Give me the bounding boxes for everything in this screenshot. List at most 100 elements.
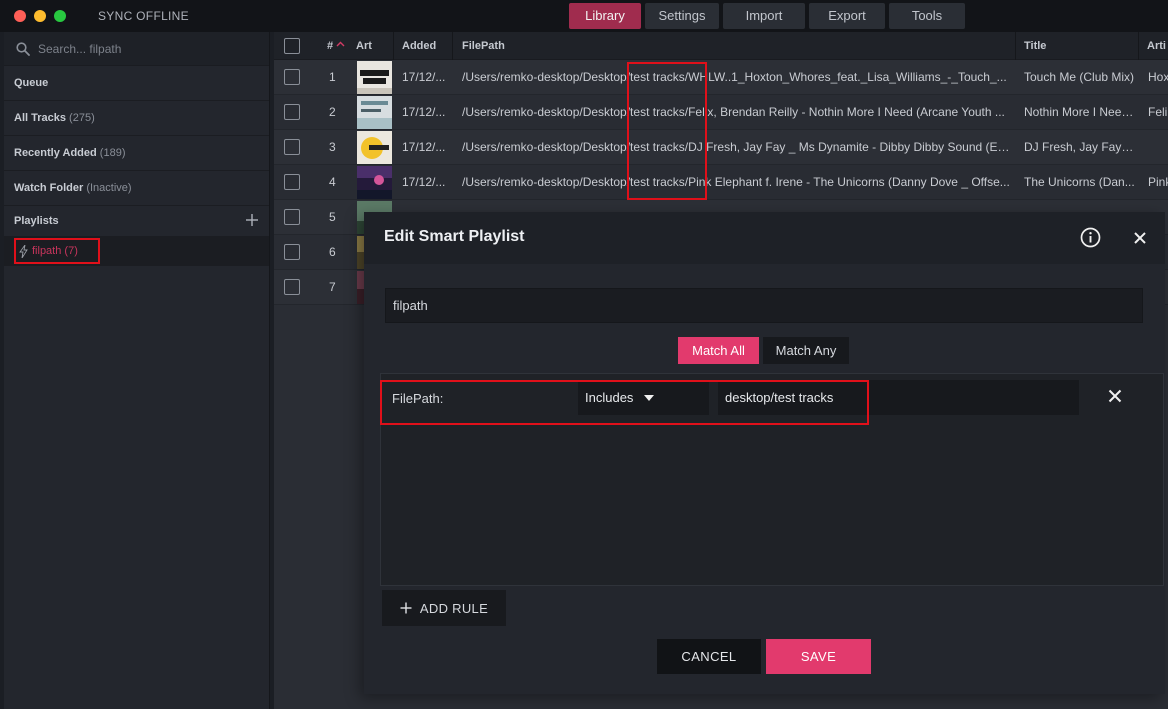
added-date: 17/12/... [402,140,446,154]
table-row[interactable]: 4 17/12/... /Users/remko-desktop/Desktop… [274,165,1168,200]
sidebar-item-count: (189) [99,147,126,159]
search-input[interactable] [38,39,258,59]
tab-import[interactable]: Import [723,3,805,29]
cancel-button[interactable]: CANCEL [657,639,761,674]
plus-icon [400,602,412,614]
playlist-filpath[interactable]: filpath (7) [14,238,100,264]
main-nav: Library Settings Import Export Tools [569,3,965,29]
track-title: DJ Fresh, Jay Fay & ... [1024,140,1136,154]
sidebar-item-count: (275) [69,112,95,124]
caret-down-icon [644,395,654,401]
rule-field-label: FilePath: [392,391,444,406]
window-minimize-button[interactable] [34,10,46,22]
album-art [357,61,392,94]
rule-operator-select[interactable]: Includes [578,380,709,415]
track-number: 1 [329,70,336,84]
sidebar-item-label: All Tracks [14,112,66,124]
track-artist: Hox [1148,70,1168,84]
sidebar: Queue All Tracks (275) Recently Added (1… [4,32,270,709]
add-playlist-plus-icon[interactable] [245,213,259,227]
tab-settings[interactable]: Settings [645,3,719,29]
row-checkbox[interactable] [284,244,300,260]
column-header-number[interactable]: # [327,32,345,60]
close-icon[interactable] [1133,231,1147,245]
playlists-label: Playlists [14,215,59,227]
row-checkbox[interactable] [284,174,300,190]
dialog-title: Edit Smart Playlist [384,228,525,245]
track-number: 7 [329,280,336,294]
track-title: Touch Me (Club Mix) [1024,70,1135,84]
search-bar [4,32,269,66]
info-icon[interactable] [1080,227,1101,248]
select-all-checkbox[interactable] [284,38,300,54]
app-title: SYNC OFFLINE [98,9,189,23]
search-icon [16,42,30,56]
file-path: /Users/remko-desktop/Desktop/test tracks… [462,175,1010,189]
track-title: The Unicorns (Dan... [1024,175,1135,189]
sidebar-item-recently-added[interactable]: Recently Added (189) [4,136,269,171]
column-header-artist[interactable]: Arti [1147,32,1166,60]
match-any-button[interactable]: Match Any [763,337,849,364]
sidebar-item-all-tracks[interactable]: All Tracks (275) [4,101,269,136]
rules-container: FilePath: Includes [380,373,1164,586]
sidebar-item-queue[interactable]: Queue [4,66,269,101]
added-date: 17/12/... [402,70,446,84]
dialog-header: Edit Smart Playlist [364,212,1165,264]
track-number: 5 [329,210,336,224]
album-art [357,131,392,164]
column-divider [1015,32,1016,60]
row-checkbox[interactable] [284,139,300,155]
window-maximize-button[interactable] [54,10,66,22]
column-divider [1138,32,1139,60]
tab-tools[interactable]: Tools [889,3,965,29]
file-path: /Users/remko-desktop/Desktop/test tracks… [462,140,1012,154]
match-all-button[interactable]: Match All [678,337,759,364]
track-artist [1148,130,1168,165]
window-close-button[interactable] [14,10,26,22]
playlist-row: filpath (7) [4,236,269,266]
table-row[interactable]: 2 17/12/... /Users/remko-desktop/Desktop… [274,95,1168,130]
column-header-art[interactable]: Art [356,32,372,60]
sidebar-item-label: Queue [14,77,49,89]
sidebar-item-status: (Inactive) [86,182,132,194]
playlists-header: Playlists [4,206,269,236]
playlist-name-input[interactable] [385,288,1143,323]
track-artist: Pink [1148,175,1168,189]
remove-rule-icon[interactable] [1108,389,1122,403]
album-art [357,166,392,199]
edit-smart-playlist-dialog: Edit Smart Playlist Match All Match Any … [364,212,1165,694]
sidebar-item-label: Watch Folder [14,182,84,194]
column-header-added[interactable]: Added [402,32,436,60]
smart-playlist-bolt-icon [19,244,28,258]
rule-operator-value: Includes [585,390,634,405]
table-row[interactable]: 1 17/12/... /Users/remko-desktop/Desktop… [274,60,1168,95]
row-checkbox[interactable] [284,279,300,295]
track-number: 3 [329,140,336,154]
added-date: 17/12/... [402,175,446,189]
save-button[interactable]: SAVE [766,639,871,674]
row-checkbox[interactable] [284,104,300,120]
album-art [357,96,392,129]
sidebar-item-label: Recently Added [14,147,97,159]
column-header-filepath[interactable]: FilePath [462,32,505,60]
track-number: 2 [329,105,336,119]
row-checkbox[interactable] [284,209,300,225]
column-header-title[interactable]: Title [1024,32,1046,60]
tab-library[interactable]: Library [569,3,641,29]
add-rule-label: ADD RULE [419,600,489,616]
playlist-label: filpath (7) [32,245,78,257]
tab-export[interactable]: Export [809,3,885,29]
add-rule-button[interactable]: ADD RULE [382,590,506,626]
sidebar-item-watch-folder[interactable]: Watch Folder (Inactive) [4,171,269,206]
file-path: /Users/remko-desktop/Desktop/test tracks… [462,70,1007,84]
track-number: 6 [329,245,336,259]
row-checkbox[interactable] [284,69,300,85]
column-divider [452,32,453,60]
table-row[interactable]: 3 17/12/... /Users/remko-desktop/Desktop… [274,130,1168,165]
track-artist: Feli [1148,105,1168,119]
sort-ascending-icon [336,41,345,47]
rule-value-input[interactable] [718,380,1079,415]
table-header: # Art Added FilePath Title Arti [274,32,1168,60]
track-title: Nothin More I Need... [1024,105,1136,119]
track-number: 4 [329,175,336,189]
